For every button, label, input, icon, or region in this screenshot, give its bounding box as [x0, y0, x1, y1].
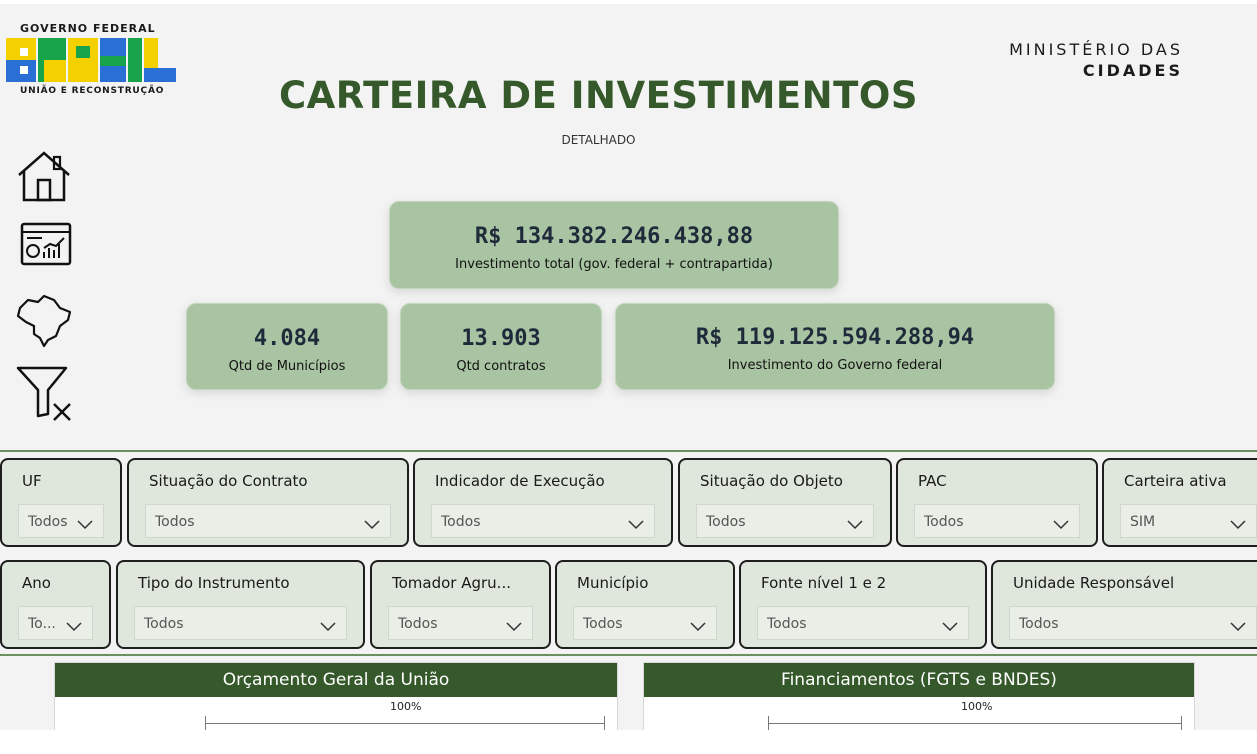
- kpi-qtd-municipios-value: 4.084: [253, 326, 321, 351]
- chevron-down-icon: [628, 515, 644, 530]
- panel-financiamentos-progress-start: [768, 716, 769, 730]
- chevron-down-icon: [66, 617, 82, 632]
- slicer-tipo-instrumento-title: Tipo do Instrumento: [138, 574, 290, 592]
- kpi-investimento-federal-value: R$ 119.125.594.288,94: [695, 325, 975, 350]
- chevron-down-icon: [690, 617, 706, 632]
- page-title: CARTEIRA DE INVESTIMENTOS: [279, 74, 918, 117]
- panel-financiamentos-progress-end: [1181, 716, 1182, 730]
- slicer-indicador-execucao-dropdown[interactable]: Todos: [431, 504, 655, 538]
- page-subtitle: DETALHADO: [561, 133, 636, 147]
- slicer-municipio-value: Todos: [583, 616, 623, 632]
- chevron-down-icon: [1053, 515, 1069, 530]
- kpi-qtd-contratos: 13.903 Qtd contratos: [400, 303, 602, 390]
- slicer-carteira-ativa-value: SIM: [1130, 514, 1156, 530]
- slicer-situacao-contrato-value: Todos: [155, 514, 195, 530]
- panel-financiamentos-progress-bar: [768, 723, 1182, 724]
- slicer-ano-title: Ano: [22, 574, 51, 592]
- slicer-situacao-objeto-value: Todos: [706, 514, 746, 530]
- panel-ogu-progress-end: [604, 716, 605, 730]
- slicer-tipo-instrumento-dropdown[interactable]: Todos: [134, 606, 347, 640]
- slicer-ano-value: To...: [28, 616, 56, 632]
- slicer-situacao-contrato-title: Situação do Contrato: [149, 472, 308, 490]
- chevron-down-icon: [942, 617, 958, 632]
- slicer-pac: PAC Todos: [896, 458, 1098, 547]
- chevron-down-icon: [364, 515, 380, 530]
- slicer-carteira-ativa-dropdown[interactable]: SIM: [1120, 504, 1257, 538]
- slicer-fonte-value: Todos: [767, 616, 807, 632]
- slicer-situacao-contrato: Situação do Contrato Todos: [127, 458, 409, 547]
- slicer-municipio: Município Todos: [555, 560, 735, 649]
- slicer-tomador-dropdown[interactable]: Todos: [388, 606, 533, 640]
- slicer-situacao-objeto-dropdown[interactable]: Todos: [696, 504, 874, 538]
- slicer-uf-title: UF: [22, 472, 42, 490]
- kpi-qtd-municipios-label: Qtd de Municípios: [228, 359, 346, 374]
- gov-logo-top-text: GOVERNO FEDERAL: [20, 22, 156, 35]
- slicer-carteira-ativa-title: Carteira ativa: [1124, 472, 1227, 490]
- slicer-ano: Ano To...: [0, 560, 111, 649]
- panel-financiamentos-title: Financiamentos (FGTS e BNDES): [644, 663, 1194, 697]
- top-border: [0, 0, 1257, 4]
- slicer-situacao-objeto-title: Situação do Objeto: [700, 472, 843, 490]
- slicer-unidade-responsavel-title: Unidade Responsável: [1013, 574, 1175, 592]
- chevron-down-icon: [847, 515, 863, 530]
- slicer-uf-dropdown[interactable]: Todos: [18, 504, 104, 538]
- chevron-down-icon: [1230, 515, 1246, 530]
- slicer-carteira-ativa: Carteira ativa SIM: [1102, 458, 1257, 547]
- slicer-fonte: Fonte nível 1 e 2 Todos: [739, 560, 987, 649]
- slicer-indicador-execucao-value: Todos: [441, 514, 481, 530]
- brazil-map-icon[interactable]: [14, 290, 74, 348]
- slicer-ano-dropdown[interactable]: To...: [18, 606, 93, 640]
- chevron-down-icon: [320, 617, 336, 632]
- slicer-situacao-contrato-dropdown[interactable]: Todos: [145, 504, 391, 538]
- panel-ogu-progress-start: [205, 716, 206, 730]
- slicer-pac-dropdown[interactable]: Todos: [914, 504, 1080, 538]
- slicer-fonte-dropdown[interactable]: Todos: [757, 606, 969, 640]
- dashboard-icon[interactable]: [14, 218, 74, 276]
- slicer-tipo-instrumento: Tipo do Instrumento Todos: [116, 560, 365, 649]
- kpi-investimento-total-value: R$ 134.382.246.438,88: [474, 224, 754, 249]
- slicer-tomador: Tomador Agru... Todos: [370, 560, 551, 649]
- slicer-unidade-responsavel-value: Todos: [1019, 616, 1059, 632]
- clear-filter-icon[interactable]: [14, 364, 74, 422]
- slicer-tomador-value: Todos: [398, 616, 438, 632]
- footer-strip: [0, 730, 1257, 754]
- slicer-pac-title: PAC: [918, 472, 947, 490]
- kpi-qtd-municipios: 4.084 Qtd de Municípios: [186, 303, 388, 390]
- kpi-qtd-contratos-label: Qtd contratos: [456, 359, 546, 374]
- dashboard-page: GOVERNO FEDERAL UNIÃO E RECONSTRUÇÃO MIN…: [0, 0, 1257, 754]
- slicer-tipo-instrumento-value: Todos: [144, 616, 184, 632]
- slicer-unidade-responsavel-dropdown[interactable]: Todos: [1009, 606, 1257, 640]
- panel-ogu-title: Orçamento Geral da União: [55, 663, 617, 697]
- slicer-municipio-title: Município: [577, 574, 649, 592]
- kpi-investimento-total: R$ 134.382.246.438,88 Investimento total…: [389, 201, 839, 289]
- slicer-fonte-title: Fonte nível 1 e 2: [761, 574, 887, 592]
- chevron-down-icon: [1230, 617, 1246, 632]
- slicer-unidade-responsavel: Unidade Responsável Todos: [991, 560, 1257, 649]
- chevron-down-icon: [77, 515, 93, 530]
- panel-financiamentos-percent: 100%: [961, 700, 993, 713]
- slicer-indicador-execucao: Indicador de Execução Todos: [413, 458, 673, 547]
- slicer-uf: UF Todos: [0, 458, 122, 547]
- slicer-municipio-dropdown[interactable]: Todos: [573, 606, 717, 640]
- kpi-investimento-total-label: Investimento total (gov. federal + contr…: [455, 257, 773, 272]
- ministry-line1: MINISTÉRIO DAS: [1009, 40, 1183, 59]
- panel-ogu-progress-bar: [205, 723, 605, 724]
- slicer-pac-value: Todos: [924, 514, 964, 530]
- kpi-investimento-federal-label: Investimento do Governo federal: [727, 358, 943, 373]
- slicer-indicador-execucao-title: Indicador de Execução: [435, 472, 605, 490]
- chevron-down-icon: [506, 617, 522, 632]
- slicer-tomador-title: Tomador Agru...: [392, 574, 511, 592]
- panel-ogu-percent: 100%: [390, 700, 422, 713]
- slicer-uf-value: Todos: [28, 514, 68, 530]
- kpi-investimento-federal: R$ 119.125.594.288,94 Investimento do Go…: [615, 303, 1055, 390]
- slicer-situacao-objeto: Situação do Objeto Todos: [678, 458, 892, 547]
- home-icon[interactable]: [14, 148, 74, 206]
- kpi-qtd-contratos-value: 13.903: [461, 326, 541, 351]
